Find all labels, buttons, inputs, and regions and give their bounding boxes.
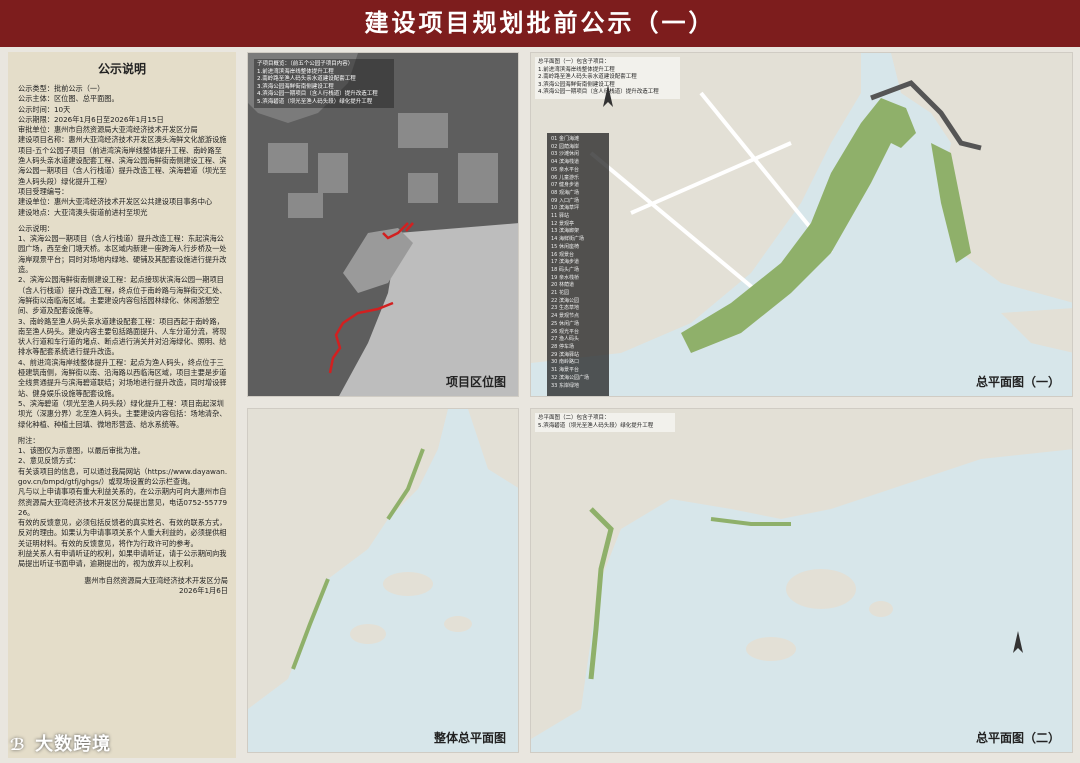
page-title: 建设项目规划批前公示（一） [364,9,716,37]
island [869,601,893,617]
legend-line: 4.滨海公园一期项目（含人行栈道）提升改造工程 [257,91,378,97]
north-arrow-icon [1013,631,1023,653]
poi-item: 10 滨海草坪 [551,205,579,212]
notice-line: 1、该图仅为示意图，以最后审批为准。 [18,446,145,456]
poi-item: 24 景观节点 [551,313,579,320]
watermark: ℬ 大数跨境 [10,730,111,756]
poi-list: 01 金门海滩 02 园荫海岸 03 沙滩休闲 04 滨海栈道 05 亲水平台 06 儿童… [547,133,609,396]
plan1-label: 总平面图（一） [975,375,1060,389]
notice-line: 项目受理编号： [18,186,69,196]
legend-line: 总平面图（二）包含子项目： [538,415,610,421]
island [786,569,856,609]
island [350,624,386,644]
legend-line: 1.前进湾滨海岸线整体提升工程 [538,66,615,73]
notice-line: 建设项目名称：惠州大亚湾经济技术开发区澳头海鲜文化旅游设施项目-五个公园子项目（… [18,135,227,186]
poi-item: 32 滨海公园广场 [551,374,589,381]
poi-item: 14 海鲜街广场 [551,236,584,243]
notice-body: 公示类型：批前公示（一） 公示主体：区位图、总平面图。 公示时间：10天 公示期… [8,82,236,596]
poi-item: 15 休闲座椅 [551,243,579,250]
poi-item: 27 渔人码头 [551,336,579,343]
north-arrow-icon [603,85,613,107]
poi-item: 31 海景平台 [551,367,579,374]
notice-line: 附注： [18,435,40,445]
page-title-banner: 建设项目规划批前公示（一） [0,0,1080,47]
notice-line: 有关该项目的信息，可以通过我局网站（https://www.dayawan.go… [18,466,228,486]
master-plan-1-panel: 总平面图（一）包含子项目： 1.前进湾滨海岸线整体提升工程 2.南岭路至渔人码头… [530,52,1073,397]
plan2-label: 总平面图（二） [975,731,1060,745]
poi-item: 13 滨海廊架 [551,228,579,235]
notice-title: 公示说明 [97,62,146,76]
poi-item: 04 滨海栈道 [551,159,579,166]
island [444,616,472,632]
overall-plan-map [248,409,518,752]
poi-item: 30 南岭路口 [551,359,579,366]
sign-date: 2026年1月6日 [178,585,228,595]
notice-line: 1、滨海公园一期项目（含人行栈道）提升改造工程：东起滨海公园广场，西至金门塘天桥… [18,234,227,275]
location-map-label: 项目区位图 [445,375,506,389]
watermark-logo-icon: ℬ [10,735,26,754]
poi-item: 20 林荫道 [551,282,574,289]
poi-item: 33 东岸绿地 [551,382,579,389]
poi-item: 25 休闲广场 [551,320,579,327]
notice-line: 公示时间：10天 [18,104,71,114]
plan2-legend: 总平面图（二）包含子项目： 5.滨海碧道（坝光至渔人码头段）绿化提升工程 [535,413,675,432]
master-plan-2-panel: 总平面图（二）包含子项目： 5.滨海碧道（坝光至渔人码头段）绿化提升工程 总平面… [530,408,1073,753]
poi-item: 28 停车场 [551,343,574,350]
notice-line: 有效的反馈意见，必须包括反馈者的真实姓名、有效的联系方式，反对的理由。如果认为申… [18,518,227,548]
legend-line: 5.滨海碧道（坝光至渔人码头段）绿化提升工程 [538,422,654,429]
poi-item: 17 滨海步道 [551,259,579,266]
island [383,572,433,596]
legend-line: 子项目概览：（前五个公园子项目内容） [257,61,354,67]
legend-line: 2.南岭路至渔人码头亲水道建设配套工程 [257,76,356,82]
notice-line: 2、意见反馈方式： [18,456,81,466]
notice-line: 5、滨海碧道（坝光至渔人码头段）绿化提升工程：项目南起深圳坝光（深惠分界）北至渔… [18,398,227,429]
master-plan-2-map [531,409,1072,752]
sign-org: 惠州市自然资源局大亚湾经济技术开发区分局 [84,575,228,585]
poi-item: 08 观海广场 [551,189,579,196]
poi-item: 03 沙滩休闲 [551,151,579,158]
location-legend: 子项目概览：（前五个公园子项目内容） 1.前进湾滨海岸线整体提升工程 2.南岭路… [254,59,394,108]
notice-line: 2、滨海公园海鲜街南侧建设工程：起点接现状滨海公园一期项目（含人行栈道）提升改造… [18,275,227,316]
notice-line: 建设地点：大亚湾澳头街道前进村至坝光 [18,207,148,217]
notice-line: 公示类型：批前公示（一） [18,84,105,93]
island [746,637,796,661]
poi-item: 07 健身步道 [551,182,579,189]
legend-line: 5.滨海碧道（坝光至渔人码头段）绿化提升工程 [257,98,373,105]
poi-item: 01 金门海滩 [551,136,579,142]
notice-line: 公示主体：区位图、总平面图。 [18,94,119,104]
poi-item: 18 码头广场 [551,266,579,273]
notice-line: 利益关系人有申请听证的权利，如果申请听证，请于公示期间向我局提出听证书面申请，逾… [18,549,227,569]
overall-plan-panel: 整体总平面图 [247,408,519,753]
overall-plan-label: 整体总平面图 [433,731,506,745]
poi-item: 05 亲水平台 [551,166,579,173]
location-map-panel: 子项目概览：（前五个公园子项目内容） 1.前进湾滨海岸线整体提升工程 2.南岭路… [247,52,519,397]
legend-line: 1.前进湾滨海岸线整体提升工程 [257,68,334,75]
legend-line: 总平面图（一）包含子项目： [538,59,610,65]
poi-item: 11 驿站 [551,213,569,220]
watermark-text: 大数跨境 [35,734,112,755]
poi-item: 21 花园 [551,290,569,297]
notice-line: 建设单位：惠州大亚湾经济技术开发区公共建设项目事务中心 [18,197,213,207]
notice-line: 凡与以上申请事项有重大利益关系的，在公示期内可向大惠州市自然资源局大亚湾经济技术… [18,487,228,517]
notice-sidebar: 公示说明 公示类型：批前公示（一） 公示主体：区位图、总平面图。 公示时间：10… [8,52,236,758]
notice-line: 公示说明： [18,223,54,233]
legend-line: 3.滨海公园海鲜街南侧建设工程 [257,83,334,90]
notice-line: 4、前进湾滨海岸线整体提升工程：起点为渔人码头，终点位于三桠建筑南侧，海鲜街以南… [18,357,227,398]
notice-line: 3、南岭路至渔人码头亲水道建设配套工程：项目西起于南岭路，南至渔人码头。建设内容… [18,316,227,357]
legend-line: 2.南岭路至渔人码头亲水道建设配套工程 [538,74,637,80]
notice-line: 公示期限：2026年1月6日至2026年1月15日 [18,114,164,124]
notice-line: 审批单位：惠州市自然资源局大亚湾经济技术开发区分局 [18,125,198,135]
